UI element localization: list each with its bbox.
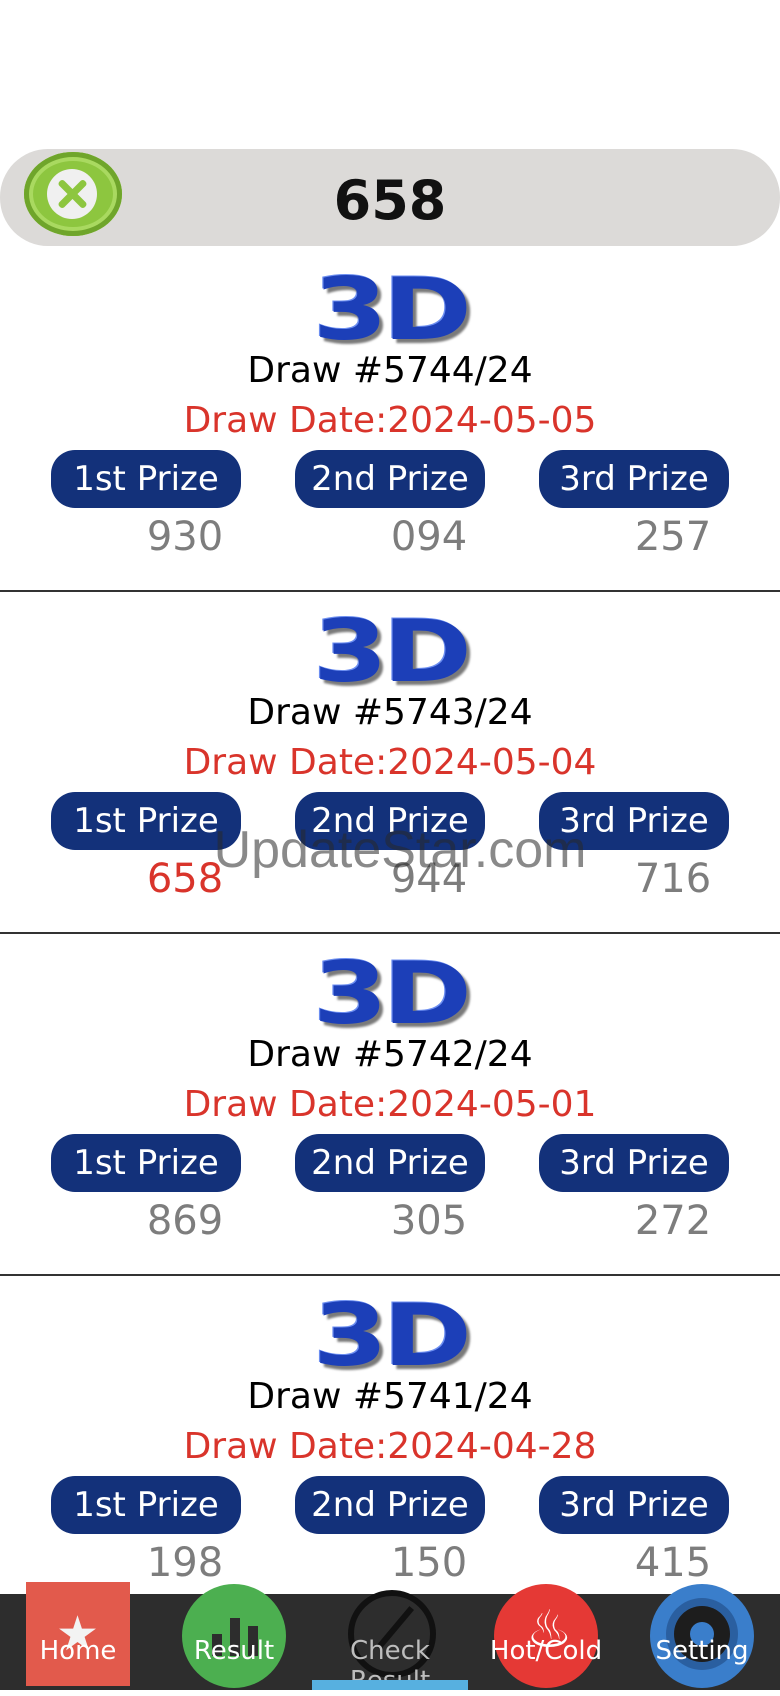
prize-label-2nd: 2nd Prize xyxy=(295,792,485,850)
draw-card: 3D Draw #5744/24 Draw Date:2024-05-05 1s… xyxy=(0,250,780,592)
nav-label: Result xyxy=(193,1636,275,1666)
search-input[interactable]: 658 xyxy=(130,149,650,246)
prize-label-3rd: 3rd Prize xyxy=(539,1134,729,1192)
draw-date: Draw Date:2024-05-05 xyxy=(183,400,597,441)
prize-value-3rd: 716 xyxy=(634,856,712,902)
prize-label-1st: 1st Prize xyxy=(51,1476,241,1534)
draw-card: 3D Draw #5743/24 Draw Date:2024-05-04 1s… xyxy=(0,592,780,934)
prize-value-3rd: 272 xyxy=(634,1198,712,1244)
draw-card: 3D Draw #5742/24 Draw Date:2024-05-01 1s… xyxy=(0,934,780,1276)
draw-date: Draw Date:2024-05-01 xyxy=(183,1084,597,1125)
3d-logo: 3D xyxy=(312,260,472,360)
draw-date: Draw Date:2024-05-04 xyxy=(183,742,597,783)
nav-hot-cold[interactable]: ♨ Hot/Cold xyxy=(468,1584,624,1690)
nav-setting[interactable]: Setting xyxy=(624,1584,780,1690)
prize-value-1st: 869 xyxy=(146,1198,224,1244)
nav-result[interactable]: Result xyxy=(156,1584,312,1690)
prize-value-2nd: 150 xyxy=(390,1540,468,1586)
prize-value-2nd: 094 xyxy=(390,514,468,560)
prize-value-1st: 930 xyxy=(146,514,224,560)
active-tab-indicator xyxy=(312,1680,468,1690)
clear-search-button[interactable] xyxy=(24,152,122,236)
prize-value-1st-match: 658 xyxy=(146,856,224,902)
draw-number: Draw #5741/24 xyxy=(247,1376,533,1417)
prize-label-1st: 1st Prize xyxy=(51,792,241,850)
prize-label-2nd: 2nd Prize xyxy=(295,450,485,508)
prize-label-3rd: 3rd Prize xyxy=(539,1476,729,1534)
bottom-nav: ★ Home Result Check Result ♨ Hot/Cold Se… xyxy=(0,1582,780,1696)
nav-label: Home xyxy=(39,1636,117,1666)
3d-logo: 3D xyxy=(312,1286,472,1386)
draw-number: Draw #5744/24 xyxy=(247,350,533,391)
draw-number: Draw #5742/24 xyxy=(247,1034,533,1075)
prize-label-1st: 1st Prize xyxy=(51,1134,241,1192)
draw-date: Draw Date:2024-04-28 xyxy=(183,1426,597,1467)
prize-label-2nd: 2nd Prize xyxy=(295,1476,485,1534)
nav-label: Hot/Cold xyxy=(489,1636,603,1666)
prize-label-2nd: 2nd Prize xyxy=(295,1134,485,1192)
draw-card: 3D Draw #5741/24 Draw Date:2024-04-28 1s… xyxy=(0,1276,780,1616)
prize-value-3rd: 257 xyxy=(634,514,712,560)
close-icon xyxy=(47,169,97,219)
prize-value-1st: 198 xyxy=(146,1540,224,1586)
draw-number: Draw #5743/24 xyxy=(247,692,533,733)
nav-check-result[interactable]: Check Result xyxy=(312,1590,468,1696)
star-icon: ★ xyxy=(26,1582,130,1686)
prize-value-2nd: 305 xyxy=(390,1198,468,1244)
prize-value-3rd: 415 xyxy=(634,1540,712,1586)
3d-logo: 3D xyxy=(312,944,472,1044)
nav-label: Setting xyxy=(655,1636,749,1666)
prize-label-1st: 1st Prize xyxy=(51,450,241,508)
nav-home[interactable]: ★ Home xyxy=(0,1582,156,1690)
prize-label-3rd: 3rd Prize xyxy=(539,450,729,508)
prize-value-2nd: 944 xyxy=(390,856,468,902)
3d-logo: 3D xyxy=(312,602,472,702)
prize-label-3rd: 3rd Prize xyxy=(539,792,729,850)
